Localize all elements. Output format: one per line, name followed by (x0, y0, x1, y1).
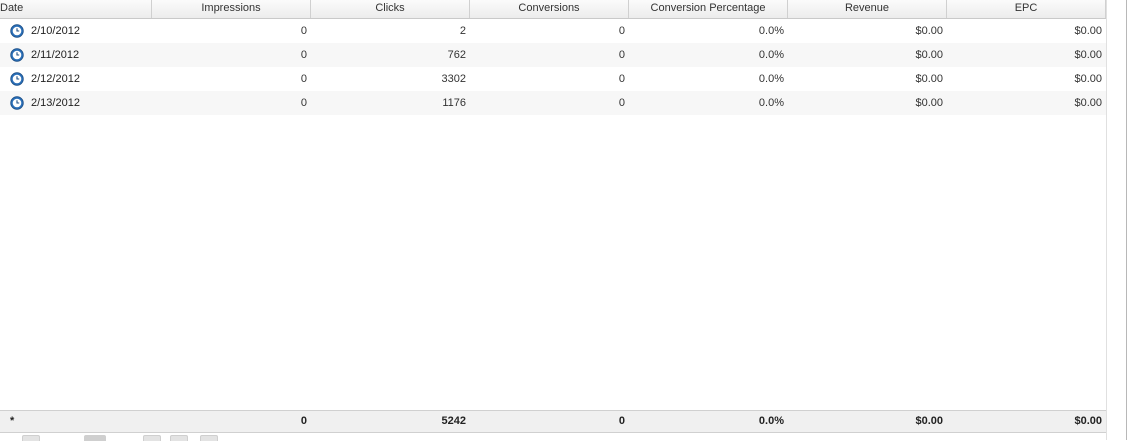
date-text: 2/12/2012 (31, 73, 80, 85)
impressions-cell: 0 (300, 25, 307, 37)
impressions-cell: 0 (300, 73, 307, 85)
table-row[interactable]: 2/13/2012 0 1176 0 0.0% $0.00 $0.00 (0, 91, 1106, 115)
total-revenue: $0.00 (915, 415, 943, 427)
date-text: 2/11/2012 (31, 49, 80, 61)
conversions-cell: 0 (618, 73, 625, 85)
column-header-conversion-percentage[interactable]: Conversion Percentage (629, 0, 788, 18)
totals-label: * (10, 415, 15, 427)
table-row[interactable]: 2/12/2012 0 3302 0 0.0% $0.00 $0.00 (0, 67, 1106, 91)
total-epc: $0.00 (1074, 415, 1102, 427)
conversion-percentage-cell: 0.0% (758, 25, 784, 37)
conversions-cell: 0 (618, 25, 625, 37)
revenue-cell: $0.00 (915, 97, 943, 109)
epc-cell: $0.00 (1074, 49, 1102, 61)
pager-first-button[interactable] (22, 435, 40, 441)
impressions-cell: 0 (300, 49, 307, 61)
conversions-cell: 0 (618, 49, 625, 61)
grid-header: Date Impressions Clicks Conversions Conv… (0, 0, 1106, 19)
total-clicks: 5242 (441, 415, 466, 427)
pager-refresh-button[interactable] (200, 435, 218, 441)
date-text: 2/10/2012 (31, 25, 80, 37)
revenue-cell: $0.00 (915, 25, 943, 37)
column-header-revenue[interactable]: Revenue (788, 0, 947, 18)
scrollbar-gutter[interactable] (1106, 0, 1127, 440)
epc-cell: $0.00 (1074, 73, 1102, 85)
pager-last-button[interactable] (170, 435, 188, 441)
column-header-epc[interactable]: EPC (947, 0, 1106, 18)
totals-row: * 0 5242 0 0.0% $0.00 $0.00 (0, 410, 1106, 433)
clock-icon (10, 24, 24, 38)
date-text: 2/13/2012 (31, 97, 80, 109)
table-row[interactable]: 2/11/2012 0 762 0 0.0% $0.00 $0.00 (0, 43, 1106, 67)
clicks-cell: 2 (459, 25, 466, 37)
column-header-conversions[interactable]: Conversions (470, 0, 629, 18)
total-conversions: 0 (618, 415, 625, 427)
pager-page-input[interactable] (84, 435, 106, 441)
pager-bar (0, 433, 1106, 441)
impressions-cell: 0 (300, 97, 307, 109)
column-header-date[interactable]: Date (0, 0, 152, 18)
conversions-cell: 0 (618, 97, 625, 109)
revenue-cell: $0.00 (915, 49, 943, 61)
stats-grid: Date Impressions Clicks Conversions Conv… (0, 0, 1132, 441)
clicks-cell: 762 (447, 49, 466, 61)
clock-icon (10, 96, 24, 110)
clicks-cell: 3302 (441, 73, 466, 85)
conversion-percentage-cell: 0.0% (758, 73, 784, 85)
epc-cell: $0.00 (1074, 25, 1102, 37)
total-impressions: 0 (300, 415, 307, 427)
conversion-percentage-cell: 0.0% (758, 49, 784, 61)
clock-icon (10, 48, 24, 62)
revenue-cell: $0.00 (915, 73, 943, 85)
clicks-cell: 1176 (442, 97, 466, 109)
clock-icon (10, 72, 24, 86)
column-header-impressions[interactable]: Impressions (152, 0, 311, 18)
pager-next-button[interactable] (143, 435, 161, 441)
conversion-percentage-cell: 0.0% (758, 97, 784, 109)
epc-cell: $0.00 (1074, 97, 1102, 109)
grid-right-border (1126, 0, 1127, 440)
table-row[interactable]: 2/10/2012 0 2 0 0.0% $0.00 $0.00 (0, 19, 1106, 43)
total-conversion-percentage: 0.0% (758, 415, 784, 427)
column-header-clicks[interactable]: Clicks (311, 0, 470, 18)
